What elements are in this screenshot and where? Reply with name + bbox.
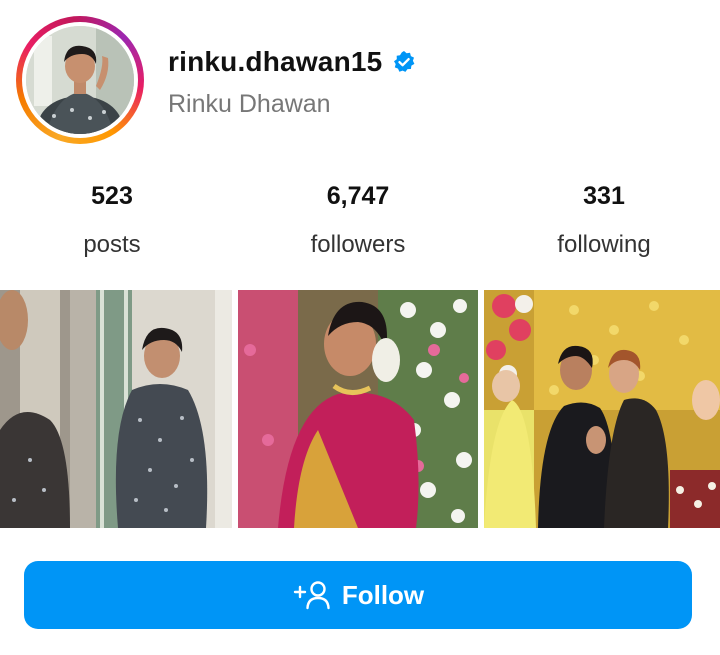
following-count: 331 bbox=[583, 182, 625, 210]
posts-count: 523 bbox=[91, 182, 133, 210]
followers-count: 6,747 bbox=[326, 182, 390, 210]
followers-label: followers bbox=[310, 231, 406, 258]
stat-following[interactable]: 331 following bbox=[504, 182, 704, 259]
post-thumbnail-3[interactable] bbox=[484, 290, 720, 528]
verified-badge-icon bbox=[394, 51, 415, 72]
post-grid bbox=[0, 290, 720, 528]
post-thumbnail-1[interactable] bbox=[0, 290, 232, 528]
posts-label: posts bbox=[83, 231, 141, 258]
username[interactable]: rinku.dhawan15 bbox=[168, 46, 382, 78]
following-label: following bbox=[557, 231, 651, 258]
add-person-icon bbox=[293, 581, 330, 610]
avatar-photo bbox=[26, 26, 134, 134]
stat-posts[interactable]: 523 posts bbox=[12, 182, 212, 259]
post-thumbnail-2[interactable] bbox=[238, 290, 478, 528]
full-name: Rinku Dhawan bbox=[168, 90, 331, 118]
stat-followers[interactable]: 6,747 followers bbox=[258, 182, 458, 259]
username-row: rinku.dhawan15 bbox=[168, 46, 416, 78]
follow-button[interactable]: Follow bbox=[24, 561, 692, 629]
follow-button-label: Follow bbox=[341, 579, 425, 610]
profile-avatar[interactable] bbox=[16, 16, 144, 144]
